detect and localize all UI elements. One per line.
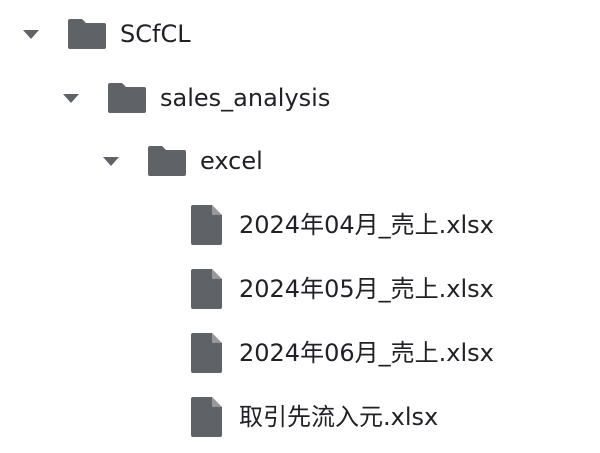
folder-icon — [106, 81, 148, 115]
caret-down-icon[interactable] — [100, 150, 122, 172]
folder-label: sales_analysis — [160, 84, 331, 112]
file-label: 2024年04月_売上.xlsx — [239, 211, 494, 239]
caret-down-icon[interactable] — [20, 23, 42, 45]
folder-icon — [146, 144, 188, 178]
tree-node-sales-analysis[interactable]: sales_analysis — [60, 73, 330, 123]
folder-label: SCfCL — [120, 20, 191, 48]
file-item[interactable]: 2024年06月_売上.xlsx — [190, 328, 494, 378]
file-item[interactable]: 2024年05月_売上.xlsx — [190, 264, 494, 314]
file-label: 取引先流入元.xlsx — [239, 403, 439, 431]
file-label: 2024年06月_売上.xlsx — [239, 339, 494, 367]
file-icon — [190, 332, 224, 374]
folder-icon — [66, 17, 108, 51]
file-icon — [190, 204, 224, 246]
file-item[interactable]: 2024年04月_売上.xlsx — [190, 200, 494, 250]
caret-down-icon[interactable] — [60, 87, 82, 109]
file-item[interactable]: 取引先流入元.xlsx — [190, 392, 438, 442]
file-tree: SCfCL sales_analysis excel 2024年04月_売上.x… — [0, 0, 600, 453]
tree-node-excel[interactable]: excel — [100, 136, 263, 186]
file-icon — [190, 268, 224, 310]
file-icon — [190, 396, 224, 438]
folder-label: excel — [200, 147, 263, 175]
file-label: 2024年05月_売上.xlsx — [239, 275, 494, 303]
tree-node-scfcl[interactable]: SCfCL — [20, 9, 191, 59]
